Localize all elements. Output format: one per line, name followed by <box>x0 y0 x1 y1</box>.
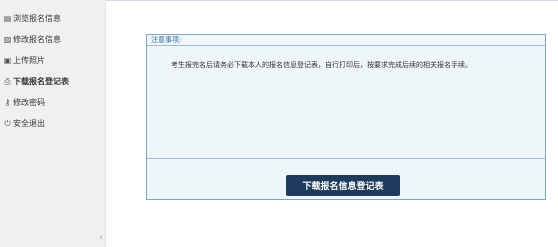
sidebar-item-label: 修改密码 <box>13 98 45 107</box>
print-icon: ⎙ <box>4 76 11 86</box>
sidebar-item-label: 修改报名信息 <box>13 35 61 44</box>
power-icon: ⏻ <box>4 118 11 128</box>
header-divider <box>106 0 558 1</box>
sidebar-item-upload-photo[interactable]: ▣ 上传照片 <box>0 50 105 71</box>
sidebar-item-logout[interactable]: ⏻ 安全退出 <box>0 113 105 134</box>
sidebar-item-edit-info[interactable]: ▨ 修改报名信息 <box>0 29 105 50</box>
app-root: ▤ 浏览报名信息 ▨ 修改报名信息 ▣ 上传照片 ⎙ 下载报名登记表 ⚷ 修改密… <box>0 0 558 247</box>
sidebar-item-change-password[interactable]: ⚷ 修改密码 <box>0 92 105 113</box>
grid-icon: ▤ <box>3 14 12 23</box>
sidebar-item-download-form[interactable]: ⎙ 下载报名登记表 <box>0 71 105 92</box>
notice-title: 注意事项: <box>147 35 545 46</box>
sidebar-item-label: 安全退出 <box>13 119 45 128</box>
sidebar: ▤ 浏览报名信息 ▨ 修改报名信息 ▣ 上传照片 ⎙ 下载报名登记表 ⚷ 修改密… <box>0 0 106 247</box>
download-form-button[interactable]: 下载报名信息登记表 <box>286 175 400 196</box>
image-icon: ▣ <box>3 56 12 65</box>
notice-divider <box>147 158 545 159</box>
sidebar-nav: ▤ 浏览报名信息 ▨ 修改报名信息 ▣ 上传照片 ⎙ 下载报名登记表 ⚷ 修改密… <box>0 0 105 134</box>
sidebar-item-label: 浏览报名信息 <box>13 14 61 23</box>
key-icon: ⚷ <box>4 98 11 107</box>
sidebar-item-label: 上传照片 <box>13 56 45 65</box>
sidebar-item-view-info[interactable]: ▤ 浏览报名信息 <box>0 8 105 29</box>
sidebar-item-label: 下载报名登记表 <box>13 77 69 86</box>
edit-icon: ▨ <box>3 35 12 44</box>
sidebar-collapse-icon[interactable]: ‹ <box>96 231 106 245</box>
notice-text: 考生报完名后请务必下载本人的报名信息登记表，自行打印后，按要求完成后续的相关报名… <box>171 61 472 69</box>
notice-panel: 注意事项: 考生报完名后请务必下载本人的报名信息登记表，自行打印后，按要求完成后… <box>146 34 546 200</box>
